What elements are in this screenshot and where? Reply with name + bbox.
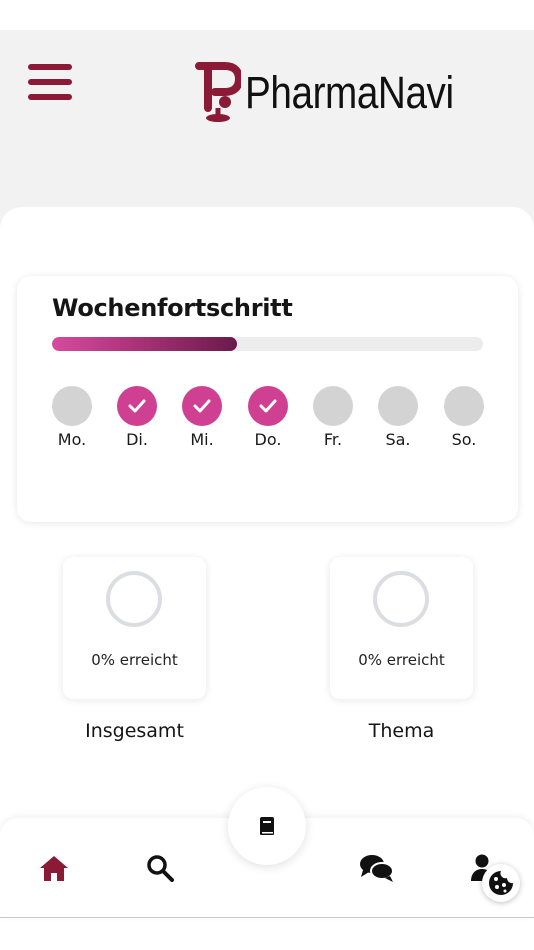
menu-button[interactable] [28, 64, 72, 104]
day-label: Do. [254, 430, 282, 449]
day-status-dot [378, 386, 418, 426]
day-label: Mi. [190, 430, 214, 449]
nav-home-button[interactable] [38, 852, 70, 884]
day-status-dot [444, 386, 484, 426]
stat-label-overall: Insgesamt [85, 720, 184, 742]
home-icon [40, 856, 68, 881]
brand-name: PharmaNavi [245, 67, 454, 118]
stat-card-topic[interactable]: 0% erreicht [330, 557, 473, 699]
day-label: So. [451, 430, 477, 449]
cookie-icon [489, 871, 513, 895]
search-icon [147, 855, 174, 882]
app-logo: PharmaNavi [195, 62, 488, 124]
day-label: Fr. [323, 430, 343, 449]
stat-value: 0% erreicht [358, 651, 445, 669]
day-fr: Fr. [313, 386, 353, 449]
weekly-progress-bar [52, 337, 483, 351]
day-mi: Mi. [182, 386, 222, 449]
weekly-progress-fill [52, 337, 238, 351]
day-status-dot [117, 386, 157, 426]
day-label: Mo. [57, 430, 87, 449]
checkmark-icon [259, 399, 277, 413]
nav-chat-button[interactable] [358, 852, 396, 884]
nav-search-button[interactable] [144, 852, 176, 884]
checkmark-icon [128, 399, 146, 413]
nav-learn-button[interactable] [228, 787, 306, 865]
checkmark-icon [193, 399, 211, 413]
day-label: Di. [126, 430, 148, 449]
day-sa: Sa. [378, 386, 418, 449]
weekday-tracker: Mo. Di. Mi. Do. Fr. Sa. So. [52, 386, 484, 450]
pharmanavi-logo-icon [195, 62, 241, 122]
hamburger-menu-icon [28, 64, 72, 70]
day-mo: Mo. [52, 386, 92, 449]
book-icon [260, 817, 274, 835]
day-do: Do. [248, 386, 288, 449]
nav-divider [0, 917, 534, 918]
progress-ring [373, 571, 429, 627]
chat-icon [360, 855, 394, 882]
day-status-dot [248, 386, 288, 426]
cookie-settings-button[interactable] [482, 864, 520, 902]
progress-ring [106, 571, 162, 627]
stat-value: 0% erreicht [91, 651, 178, 669]
day-label: Sa. [385, 430, 411, 449]
stat-card-overall[interactable]: 0% erreicht [63, 557, 206, 699]
day-status-dot [313, 386, 353, 426]
weekly-progress-title: Wochenfortschritt [52, 294, 293, 322]
stat-label-topic: Thema [368, 720, 435, 742]
status-area [0, 0, 534, 30]
day-so: So. [444, 386, 484, 449]
day-di: Di. [117, 386, 157, 449]
day-status-dot [182, 386, 222, 426]
day-status-dot [52, 386, 92, 426]
